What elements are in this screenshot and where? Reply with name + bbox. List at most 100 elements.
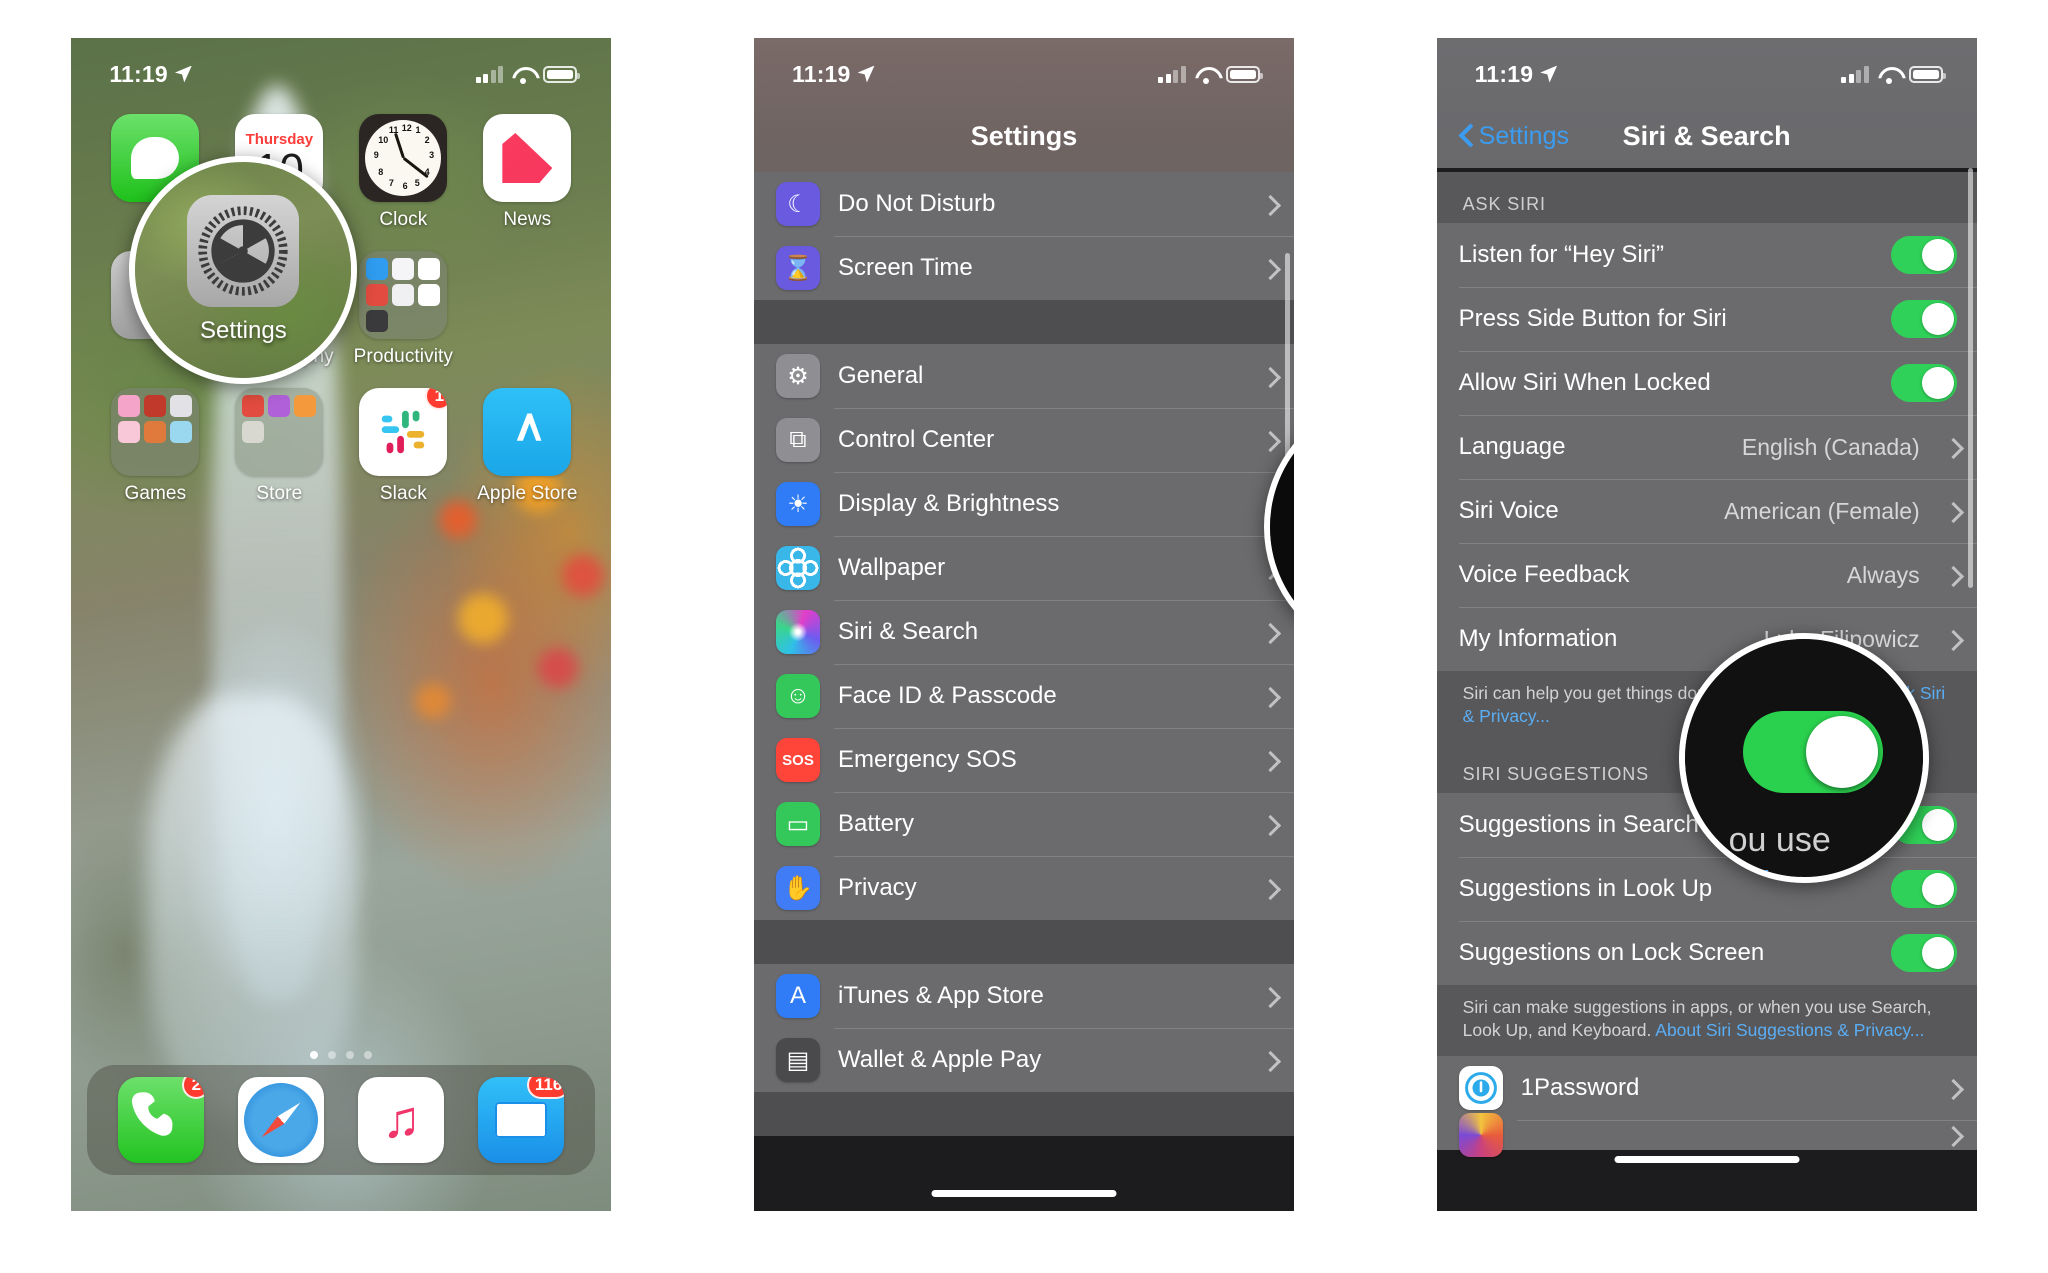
- location-arrow-icon: [174, 65, 192, 83]
- settings-gear-icon: [187, 195, 300, 307]
- toggle-press-side-button[interactable]: [1890, 300, 1957, 338]
- app-news[interactable]: News: [465, 114, 589, 231]
- phone-siri-search: 11:19 Settings Siri & Search ASK SIRI Li…: [1436, 38, 1977, 1211]
- page-indicator-dots[interactable]: [71, 1051, 611, 1059]
- footnote-siri-suggestions: Siri can make suggestions in apps, or wh…: [1436, 985, 1977, 1057]
- status-time: 11:19: [791, 60, 851, 87]
- wallet-icon: ▤: [775, 1038, 820, 1082]
- app-clock[interactable]: 12 11 10 9 8 7 6 5 4 3 2 1 Clock: [341, 114, 465, 231]
- sos-icon: SOS: [775, 738, 820, 782]
- siri-row-voice-feedback[interactable]: Voice Feedback Always: [1436, 543, 1977, 607]
- magnified-row-siri-search[interactable]: Siri & Search: [1270, 496, 1294, 582]
- moon-icon: ☾: [775, 182, 820, 226]
- folder-games[interactable]: Games: [93, 388, 217, 505]
- dock-app-music[interactable]: [358, 1077, 445, 1163]
- home-indicator[interactable]: [931, 1190, 1117, 1197]
- settings-row-emergency-sos[interactable]: SOS Emergency SOS: [753, 728, 1294, 792]
- battery-icon: [1908, 65, 1946, 83]
- face-id-icon: ☺: [775, 674, 820, 718]
- siri-row-allow-when-locked[interactable]: Allow Siri When Locked: [1436, 351, 1977, 415]
- siri-row-suggestions-on-lock-screen[interactable]: Suggestions on Lock Screen: [1436, 921, 1977, 986]
- app-label: Productivity: [353, 346, 454, 367]
- row-label: Battery: [837, 810, 915, 837]
- settings-row-siri-and-search[interactable]: Siri & Search: [753, 600, 1294, 664]
- settings-row-screen-time[interactable]: ⌛ Screen Time: [753, 236, 1294, 300]
- folder-icon: [235, 388, 324, 476]
- toggle-hey-siri[interactable]: [1890, 236, 1957, 274]
- chevron-right-icon: [1263, 195, 1274, 214]
- cellular-signal-icon: [475, 65, 504, 83]
- back-button[interactable]: Settings: [1459, 122, 1569, 151]
- row-label: Listen for “Hey Siri”: [1458, 241, 1665, 268]
- group-separator: [753, 300, 1294, 344]
- folder-store[interactable]: Store: [217, 388, 341, 505]
- settings-row-control-center[interactable]: ⧉ Control Center: [753, 408, 1294, 472]
- chevron-right-icon: [1263, 367, 1274, 386]
- about-siri-suggestions-privacy-link[interactable]: About Siri Suggestions & Privacy...: [1655, 1020, 1924, 1040]
- toggle-allow-when-locked[interactable]: [1890, 364, 1957, 402]
- location-arrow-icon: [857, 65, 875, 83]
- wifi-icon: [1195, 66, 1217, 84]
- siri-row-siri-voice[interactable]: Siri Voice American (Female): [1436, 479, 1977, 543]
- privacy-hand-icon: ✋: [775, 866, 820, 910]
- chevron-right-icon: [1946, 1126, 1957, 1145]
- wallpaper-icon: [775, 546, 820, 590]
- row-label: Press Side Button for Siri: [1458, 305, 1727, 332]
- folder-productivity[interactable]: Productivity: [341, 251, 465, 368]
- home-dock: 2 116: [87, 1065, 596, 1175]
- group-separator: [753, 920, 1294, 964]
- row-label: Allow Siri When Locked: [1458, 369, 1711, 396]
- settings-row-display-brightness[interactable]: ☀ Display & Brightness: [753, 472, 1294, 536]
- phone-settings-list: 11:19 Settings ☾ Do Not Disturb ⌛ Screen…: [753, 38, 1294, 1211]
- dock-app-phone[interactable]: 2: [118, 1077, 205, 1163]
- settings-row-do-not-disturb[interactable]: ☾ Do Not Disturb: [753, 172, 1294, 236]
- cellular-signal-icon: [1158, 65, 1186, 83]
- magnified-row-face-id[interactable]: ☺ Face ID & Passcode: [1270, 582, 1294, 652]
- chevron-right-icon: [1946, 566, 1957, 585]
- app-label: News: [503, 209, 552, 230]
- toggle-suggestions-on-lock-screen[interactable]: [1890, 934, 1957, 973]
- control-center-icon: ⧉: [775, 418, 820, 462]
- chevron-left-icon: [1459, 125, 1472, 147]
- apple-store-icon: [483, 388, 572, 476]
- row-label: Control Center: [837, 426, 995, 453]
- slack-icon: 1: [359, 388, 448, 476]
- app-label: Slack: [379, 483, 427, 504]
- chevron-right-icon: [1946, 630, 1957, 649]
- settings-row-battery[interactable]: ▭ Battery: [753, 792, 1294, 856]
- row-label: Privacy: [837, 874, 917, 901]
- siri-row-press-side-button[interactable]: Press Side Button for Siri: [1436, 287, 1977, 351]
- row-label: Language: [1458, 433, 1566, 460]
- scroll-indicator[interactable]: [1967, 168, 1973, 588]
- row-label: Wallpaper: [837, 554, 946, 581]
- app-slack[interactable]: 1 Slack: [341, 388, 465, 505]
- chevron-right-icon: [1263, 815, 1274, 834]
- settings-row-wallet-apple-pay[interactable]: ▤ Wallet & Apple Pay: [753, 1028, 1294, 1092]
- row-value: Always: [1846, 561, 1920, 588]
- location-arrow-icon: [1540, 65, 1558, 83]
- badge-count: 2: [182, 1077, 205, 1099]
- dock-app-safari[interactable]: [238, 1077, 325, 1163]
- settings-row-privacy[interactable]: ✋ Privacy: [753, 856, 1294, 920]
- page-title: Siri & Search: [1622, 120, 1791, 151]
- chevron-right-icon: [1263, 751, 1274, 770]
- row-value: English (Canada): [1741, 433, 1920, 460]
- siri-row-1password[interactable]: 1Password: [1436, 1056, 1977, 1121]
- magnifier-settings-app: Settings: [129, 156, 358, 384]
- folder-icon: [359, 251, 448, 339]
- settings-row-wallpaper[interactable]: Wallpaper: [753, 536, 1294, 600]
- toggle-suggestions-on-lock-screen-magnified[interactable]: [1742, 711, 1883, 793]
- magnified-row-wallpaper[interactable]: Wallpaper: [1270, 410, 1294, 496]
- settings-row-general[interactable]: ⚙ General: [753, 344, 1294, 408]
- display-icon: ☀: [775, 482, 820, 526]
- siri-row-partial-app[interactable]: [1436, 1113, 1977, 1158]
- gear-icon: ⚙: [775, 354, 820, 398]
- siri-row-language[interactable]: Language English (Canada): [1436, 415, 1977, 479]
- dock-app-mail[interactable]: 116: [478, 1077, 565, 1163]
- settings-row-face-id[interactable]: ☺ Face ID & Passcode: [753, 664, 1294, 728]
- settings-row-itunes-app-store[interactable]: A iTunes & App Store: [753, 964, 1294, 1028]
- home-indicator[interactable]: [1614, 1156, 1800, 1163]
- app-apple-store[interactable]: Apple Store: [465, 388, 589, 505]
- row-value: American (Female): [1724, 497, 1920, 524]
- siri-row-hey-siri[interactable]: Listen for “Hey Siri”: [1436, 223, 1977, 287]
